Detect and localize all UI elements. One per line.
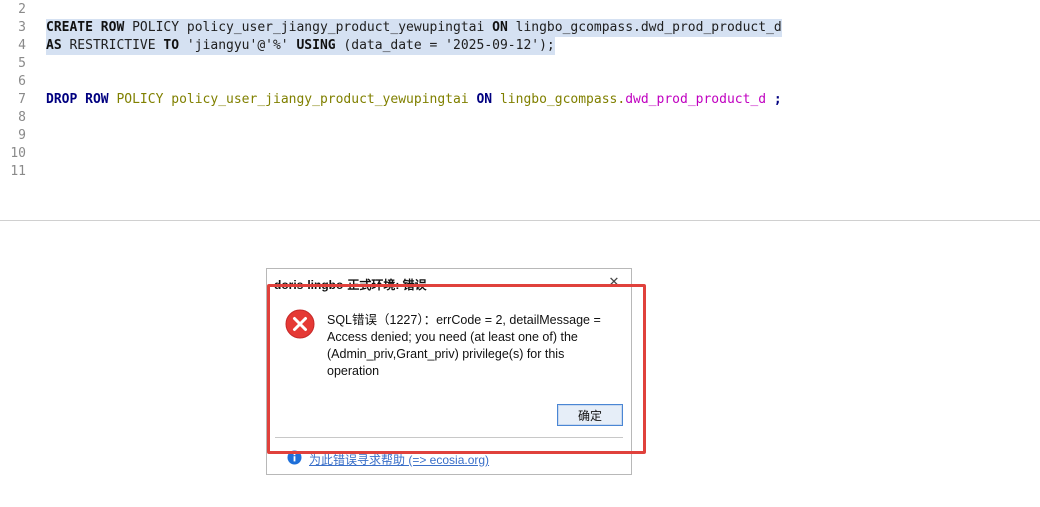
error-dialog: doris-lingbo-正式环境: 错误 ✕ SQL错误（1227）：errC… [266, 268, 632, 475]
code-token: (data_date = '2025-09-12'); [335, 38, 555, 53]
error-icon [285, 309, 315, 339]
code-line[interactable]: 2 [0, 1, 1040, 19]
code-token: lingbo_gcompass. [499, 92, 626, 107]
close-icon[interactable]: ✕ [605, 273, 623, 291]
code-token: dwd_prod_product_d [625, 92, 767, 107]
code-line[interactable]: 4 AS RESTRICTIVE TO 'jiangyu'@'%' USING (… [0, 37, 1040, 55]
line-number: 5 [18, 56, 26, 71]
info-icon [287, 450, 302, 465]
code-text: DROP ROW POLICY policy_user_jiangy_produ… [46, 91, 782, 109]
code-token: lingbo_gcompass.dwd_prod_product_d [507, 20, 782, 35]
code-token: ROW [85, 92, 109, 107]
line-number: 4 [18, 38, 26, 53]
code-token: TO [163, 38, 180, 53]
line-number: 6 [18, 74, 26, 89]
code-token: RESTRICTIVE [61, 38, 164, 53]
error-message: SQL错误（1227）：errCode = 2, detailMessage =… [327, 313, 601, 378]
line-number: 9 [18, 128, 26, 143]
code-line[interactable]: 7 DROP ROW POLICY policy_user_jiangy_prod… [0, 91, 1040, 109]
help-link[interactable]: 为此错误寻求帮助 (=> ecosia.org) [309, 451, 489, 468]
code-token: ON [476, 92, 493, 107]
code-token: 'jiangyu'@'%' [179, 38, 297, 53]
code-line[interactable]: 10 [0, 145, 1040, 163]
dialog-title: doris-lingbo-正式环境: 错误 [274, 278, 427, 292]
code-line[interactable]: 9 [0, 127, 1040, 145]
code-line[interactable]: 5 [0, 55, 1040, 73]
ok-button[interactable]: 确定 [557, 404, 623, 426]
line-number: 3 [18, 20, 26, 35]
line-number: 10 [10, 146, 26, 161]
line-number: 2 [18, 2, 26, 17]
code-text: CREATE ROW POLICY policy_user_jiangy_pro… [46, 19, 782, 37]
code-text: AS RESTRICTIVE TO 'jiangyu'@'%' USING (d… [46, 37, 555, 55]
code-line[interactable]: 6 [0, 73, 1040, 91]
code-token: ; [766, 92, 782, 107]
code-token: POLICY policy_user_jiangy_product_yewupi… [116, 92, 469, 107]
code-line[interactable]: 11 [0, 163, 1040, 181]
code-token: ROW [100, 20, 125, 35]
line-number: 7 [18, 92, 26, 107]
sql-editor[interactable]: 2 3 CREATE ROW POLICY policy_user_jiangy_p… [0, 0, 1040, 221]
dialog-divider [275, 437, 623, 438]
code-line[interactable]: 3 CREATE ROW POLICY policy_user_jiangy_pr… [0, 19, 1040, 37]
code-token: POLICY policy_user_jiangy_product_yewupi… [124, 20, 493, 35]
code-token: AS [46, 38, 62, 53]
dialog-titlebar[interactable]: doris-lingbo-正式环境: 错误 ✕ [267, 269, 631, 297]
code-line[interactable]: 8 [0, 109, 1040, 127]
line-number: 11 [10, 164, 26, 179]
line-number: 8 [18, 110, 26, 125]
code-token: USING [296, 38, 336, 53]
code-token: CREATE [46, 20, 93, 35]
code-token: DROP [46, 92, 78, 107]
code-token: ON [492, 20, 508, 35]
